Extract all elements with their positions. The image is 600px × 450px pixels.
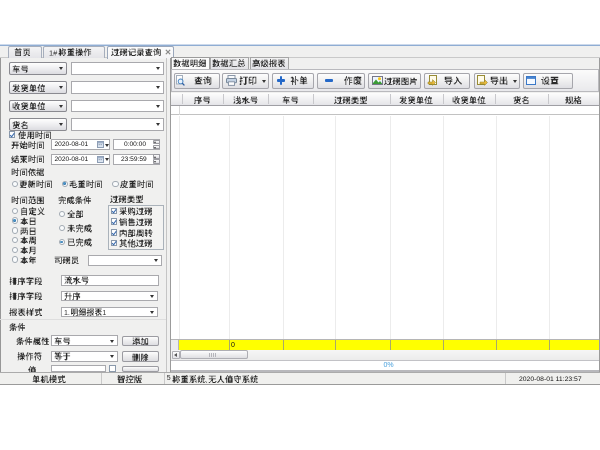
svg-text:1#: 1#	[49, 48, 58, 56]
svg-text:,: ,	[205, 375, 207, 383]
svg-text:1.: 1.	[64, 310, 70, 316]
svg-text:1: 1	[102, 310, 106, 316]
